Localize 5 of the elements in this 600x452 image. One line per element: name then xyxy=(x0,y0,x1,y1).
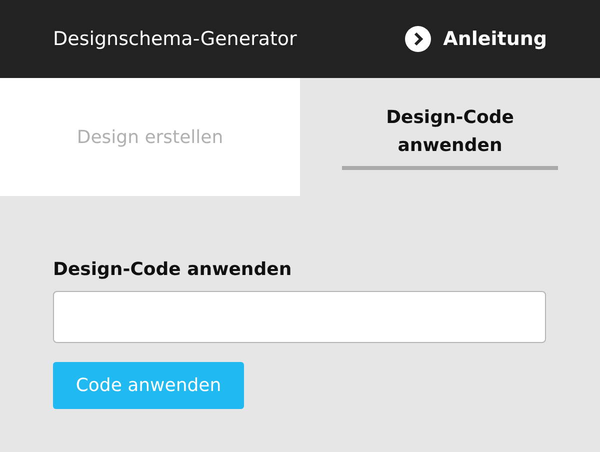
chevron-circle-icon xyxy=(405,26,432,52)
guide-link[interactable]: Anleitung xyxy=(405,24,547,54)
code-input-field[interactable] xyxy=(53,291,546,343)
app-title: Designschema-Generator xyxy=(53,26,297,52)
field-label: Design-Code anwenden xyxy=(53,258,293,282)
